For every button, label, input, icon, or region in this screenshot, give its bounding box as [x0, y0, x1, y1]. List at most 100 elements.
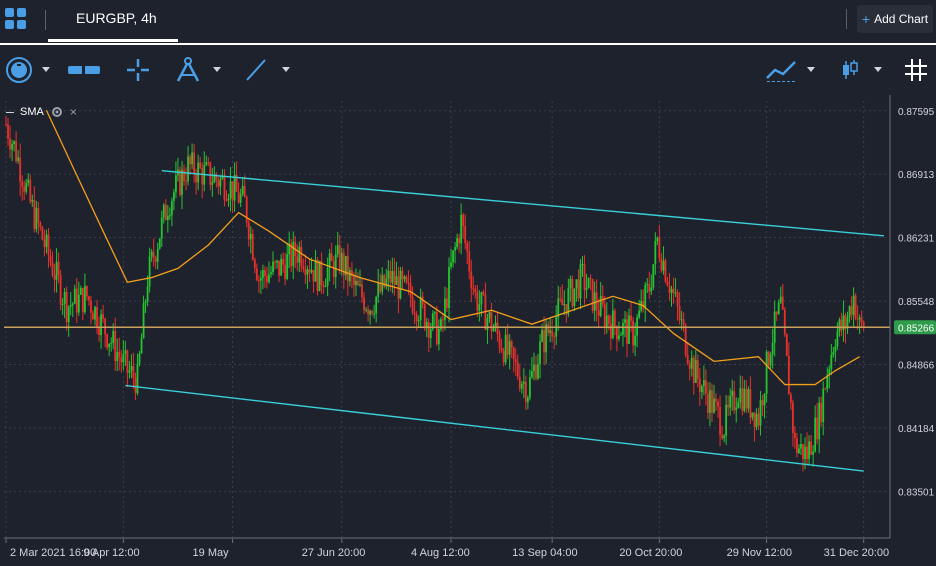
candle-body — [543, 330, 545, 353]
candle-body — [353, 276, 355, 285]
candle-body — [312, 269, 315, 282]
candle-body — [268, 274, 270, 283]
candle-body — [179, 169, 181, 195]
candle-body — [628, 315, 630, 344]
candle-body — [429, 328, 432, 338]
candle-body — [820, 402, 823, 423]
chart-tab[interactable]: EURGBP, 4h — [76, 10, 157, 26]
candle-body — [777, 302, 780, 314]
add-chart-button[interactable]: + Add Chart — [857, 5, 933, 33]
candle-body — [193, 152, 196, 175]
active-tab-indicator — [48, 39, 178, 42]
candle-body — [812, 451, 815, 455]
candle-body — [284, 264, 287, 279]
close-icon[interactable]: × — [70, 105, 77, 119]
candle-body — [39, 223, 42, 228]
candle-body — [840, 319, 843, 330]
candle-body — [140, 338, 143, 354]
candle-body — [181, 169, 183, 195]
candle-body — [116, 352, 119, 362]
candle-body — [472, 288, 475, 290]
grid-app-icon[interactable] — [5, 8, 27, 30]
candle-body — [476, 292, 479, 311]
candle-body — [597, 310, 600, 316]
chevron-down-icon[interactable] — [807, 67, 815, 72]
candle-body — [727, 404, 730, 408]
candle-body — [43, 239, 46, 247]
measure-button[interactable] — [66, 47, 102, 93]
candle-body — [713, 398, 715, 413]
candle-body — [535, 365, 537, 379]
indicators-button[interactable] — [764, 47, 800, 93]
candle-body — [276, 260, 278, 263]
candle-body — [599, 296, 602, 316]
candle-body — [838, 319, 841, 332]
candle-body — [21, 181, 24, 187]
candle-body — [427, 321, 430, 338]
channel-lower-line — [125, 384, 864, 472]
candle-body — [29, 179, 32, 202]
header-divider — [0, 43, 936, 45]
candle-body — [761, 400, 764, 406]
chart-type-button[interactable] — [838, 47, 862, 93]
candle-body — [395, 276, 398, 285]
trendline-icon — [246, 59, 266, 81]
indicator-legend: SMA × — [6, 103, 77, 121]
candle-body — [731, 390, 734, 397]
candle-body — [185, 181, 187, 183]
candle-body — [615, 326, 618, 340]
candle-body — [862, 322, 865, 328]
candle-body — [13, 141, 16, 144]
candle-body — [549, 330, 552, 333]
candle-body — [96, 306, 98, 328]
candle-body — [585, 288, 588, 290]
candle-body — [132, 365, 135, 379]
divider — [45, 10, 46, 30]
interval-button[interactable] — [2, 47, 36, 93]
candle-body — [199, 162, 202, 168]
candle-body — [355, 280, 357, 285]
candle-body — [662, 260, 665, 271]
candle-body — [636, 317, 639, 336]
candle-body — [11, 143, 13, 150]
candle-body — [57, 261, 60, 275]
candle-body — [626, 319, 628, 344]
candle-body — [69, 305, 72, 307]
chevron-down-icon[interactable] — [213, 67, 221, 72]
candle-body — [767, 351, 770, 366]
candle-body — [142, 303, 145, 339]
candle-body — [743, 388, 746, 411]
candle-body — [587, 277, 590, 289]
trendline-button[interactable] — [243, 47, 269, 93]
candle-body — [25, 182, 28, 192]
candle-body — [369, 310, 372, 315]
candle-body — [280, 258, 283, 276]
candle-body — [407, 282, 410, 284]
chevron-down-icon[interactable] — [42, 67, 50, 72]
candle-body — [231, 181, 234, 201]
candle-body — [468, 251, 471, 272]
settings-icon[interactable] — [50, 105, 64, 119]
candle-body — [405, 276, 408, 283]
candle-body — [387, 270, 390, 279]
candle-body — [409, 282, 412, 298]
x-tick-label: 19 May — [193, 547, 230, 559]
price-chart[interactable]: 0.87595 0.86913 0.86231 0.85548 0.84866 0.841… — [0, 95, 936, 566]
candle-body — [225, 199, 228, 201]
candle-body — [741, 388, 744, 411]
grid-toggle-button[interactable] — [902, 47, 930, 93]
chevron-down-icon[interactable] — [282, 67, 290, 72]
candle-body — [94, 306, 96, 320]
candle-body — [553, 336, 556, 338]
candle-body — [154, 258, 157, 262]
candle-body — [808, 441, 810, 460]
candles — [5, 115, 865, 472]
chevron-down-icon[interactable] — [874, 67, 882, 72]
drawing-tools-button[interactable] — [174, 47, 202, 93]
crosshair-button[interactable] — [124, 47, 152, 93]
candle-body — [781, 296, 784, 310]
candle-body — [253, 259, 256, 269]
candle-body — [816, 417, 819, 440]
candle-body — [401, 270, 404, 280]
candle-body — [278, 260, 280, 276]
